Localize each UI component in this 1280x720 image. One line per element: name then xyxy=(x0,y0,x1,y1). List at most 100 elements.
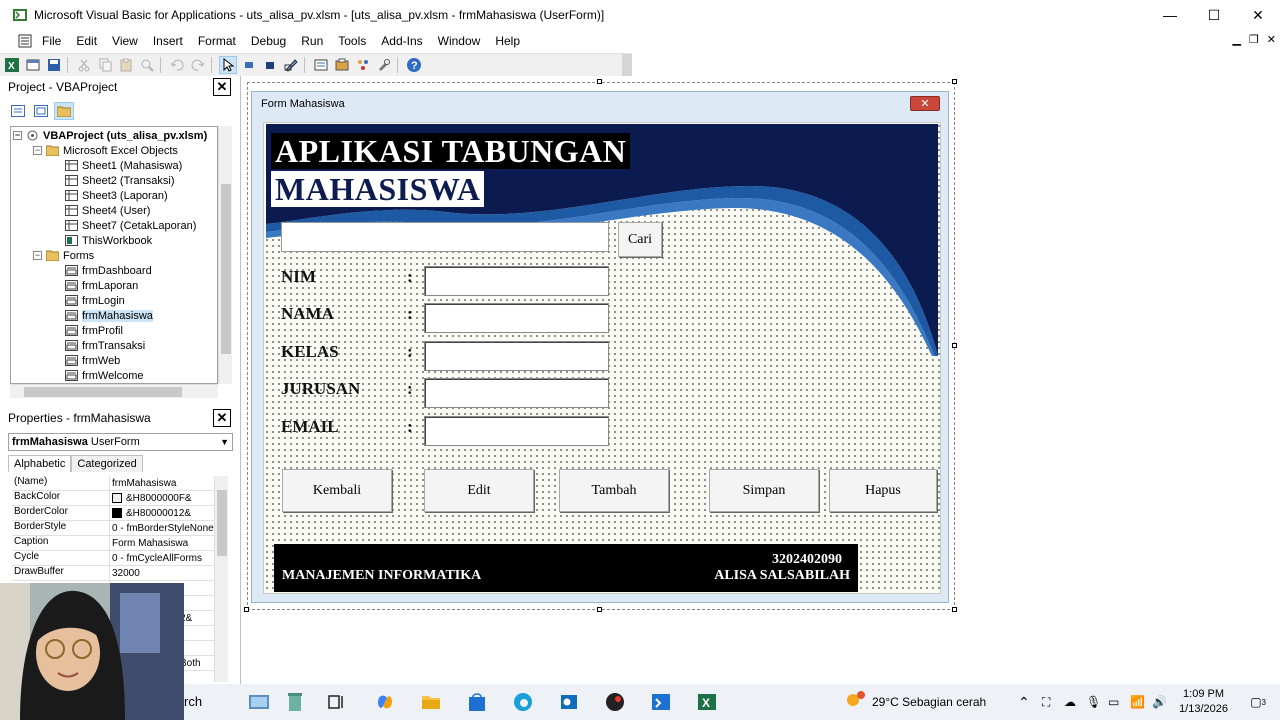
project-explorer-icon[interactable] xyxy=(312,56,330,74)
tree-frmwelcome[interactable]: frmWelcome xyxy=(65,368,144,383)
copilot-icon[interactable] xyxy=(374,691,396,713)
tree-frmtransaksi[interactable]: frmTransaksi xyxy=(65,338,145,353)
email-field[interactable] xyxy=(424,416,609,446)
mdi-restore-button[interactable]: ❐ xyxy=(1249,33,1259,46)
tree-frmmahasiswa[interactable]: frmMahasiswa xyxy=(65,308,153,323)
prop-row[interactable]: Cycle 0 - fmCycleAllForms xyxy=(12,551,214,566)
kelas-field[interactable] xyxy=(424,341,609,371)
vba-taskbar-icon[interactable] xyxy=(650,691,672,713)
wifi-icon[interactable]: 📶 xyxy=(1130,684,1145,720)
resize-handle[interactable] xyxy=(952,343,957,348)
resize-handle[interactable] xyxy=(952,607,957,612)
tray-mic-icon[interactable]: 🎙 xyxy=(1086,684,1101,720)
edge-icon[interactable] xyxy=(512,691,534,713)
resize-handle[interactable] xyxy=(952,79,957,84)
prop-row[interactable]: BorderColor &H80000012& xyxy=(12,506,214,521)
notification-icon[interactable]: ▢ 3 xyxy=(1250,684,1266,720)
toggle-folders-icon[interactable] xyxy=(54,102,74,120)
volume-icon[interactable]: 🔊 xyxy=(1152,684,1167,720)
tree-frmprofil[interactable]: frmProfil xyxy=(65,323,123,338)
tray-app-icon[interactable]: ⛶ xyxy=(1042,684,1050,720)
file-explorer-icon[interactable] xyxy=(420,691,442,713)
close-button[interactable]: ✕ xyxy=(1236,0,1280,30)
search-button[interactable]: Cari xyxy=(618,222,662,257)
tray-onedrive-icon[interactable]: ☁ xyxy=(1064,684,1076,720)
resize-handle[interactable] xyxy=(244,607,249,612)
tree-excel-objects[interactable]: − Microsoft Excel Objects xyxy=(33,143,178,158)
menu-view[interactable]: View xyxy=(112,34,138,48)
chevron-down-icon[interactable]: ▼ xyxy=(220,437,229,447)
tree-frmlogin[interactable]: frmLogin xyxy=(65,293,125,308)
scroll-thumb[interactable] xyxy=(217,490,227,556)
tree-thisworkbook[interactable]: ThisWorkbook xyxy=(65,233,152,248)
tray-overflow-icon[interactable]: ⌃ xyxy=(1018,684,1030,720)
prop-row[interactable]: DrawBuffer 32000 xyxy=(12,566,214,581)
menu-run[interactable]: Run xyxy=(301,34,323,48)
system-menu-icon[interactable] xyxy=(18,34,32,48)
simpan-button[interactable]: Simpan xyxy=(709,469,819,512)
weather-icon[interactable] xyxy=(844,690,866,712)
tree-sheet2[interactable]: Sheet2 (Transaksi) xyxy=(65,173,175,188)
tree-vbaproject[interactable]: − VBAProject (uts_alisa_pv.xlsm) xyxy=(13,128,207,143)
minimize-button[interactable]: — xyxy=(1148,0,1192,30)
prop-row[interactable]: (Name) frmMahasiswa xyxy=(12,476,214,491)
project-horizontal-scrollbar[interactable] xyxy=(10,384,218,398)
outlook-icon[interactable] xyxy=(558,691,580,713)
mdi-close-button[interactable]: ✕ xyxy=(1267,33,1276,46)
menu-help[interactable]: Help xyxy=(495,34,520,48)
weather-text[interactable]: 29°C Sebagian cerah xyxy=(872,684,986,720)
tree-sheet3[interactable]: Sheet3 (Laporan) xyxy=(65,188,168,203)
view-object-icon[interactable] xyxy=(31,102,51,120)
toolbox-icon[interactable] xyxy=(375,56,393,74)
menu-file[interactable]: File xyxy=(42,34,61,48)
excel-view-icon[interactable]: X xyxy=(3,56,21,74)
scroll-thumb[interactable] xyxy=(24,387,182,397)
tree-sheet7[interactable]: Sheet7 (CetakLaporan) xyxy=(65,218,196,233)
properties-object-combo[interactable]: frmMahasiswa UserForm ▼ xyxy=(8,433,233,451)
tree-frmweb[interactable]: frmWeb xyxy=(65,353,120,368)
app-icon[interactable] xyxy=(604,691,626,713)
tab-categorized[interactable]: Categorized xyxy=(71,455,143,472)
prop-row[interactable]: BorderStyle 0 - fmBorderStyleNone xyxy=(12,521,214,536)
cut-icon[interactable] xyxy=(75,56,93,74)
undo-icon[interactable] xyxy=(168,56,186,74)
project-vertical-scrollbar[interactable] xyxy=(218,126,232,384)
battery-icon[interactable]: ▭ xyxy=(1108,684,1119,720)
resize-handle[interactable] xyxy=(597,607,602,612)
properties-panel-close-button[interactable]: ✕ xyxy=(213,409,231,427)
copy-icon[interactable] xyxy=(96,56,114,74)
redo-icon[interactable] xyxy=(189,56,207,74)
edit-button[interactable]: Edit xyxy=(424,469,534,512)
project-panel-close-button[interactable]: ✕ xyxy=(213,78,231,96)
userform-close-button[interactable]: ✕ xyxy=(910,96,940,111)
nim-field[interactable] xyxy=(424,266,609,296)
task-view-icon[interactable] xyxy=(326,691,348,713)
tree-forms-folder[interactable]: − Forms xyxy=(33,248,94,263)
menu-edit[interactable]: Edit xyxy=(76,34,97,48)
menu-debug[interactable]: Debug xyxy=(251,34,286,48)
scroll-thumb[interactable] xyxy=(221,184,231,354)
tab-alphabetic[interactable]: Alphabetic xyxy=(8,455,72,472)
menu-window[interactable]: Window xyxy=(438,34,481,48)
menu-format[interactable]: Format xyxy=(198,34,236,48)
insert-userform-icon[interactable] xyxy=(24,56,42,74)
tree-sheet4[interactable]: Sheet4 (User) xyxy=(65,203,150,218)
help-icon[interactable]: ? xyxy=(405,56,423,74)
mdi-minimize-button[interactable]: ▁ xyxy=(1232,33,1240,46)
hapus-button[interactable]: Hapus xyxy=(829,469,937,512)
maximize-button[interactable]: ☐ xyxy=(1192,0,1236,30)
menu-tools[interactable]: Tools xyxy=(338,34,366,48)
menu-add-ins[interactable]: Add-Ins xyxy=(381,34,422,48)
recycle-bin-icon[interactable] xyxy=(284,691,306,713)
resize-handle[interactable] xyxy=(597,79,602,84)
run-icon[interactable] xyxy=(240,56,258,74)
store-icon[interactable] xyxy=(466,691,488,713)
design-mode-icon[interactable] xyxy=(282,56,300,74)
tree-frmlaporan[interactable]: frmLaporan xyxy=(65,278,138,293)
save-icon[interactable] xyxy=(45,56,63,74)
properties-vertical-scrollbar[interactable] xyxy=(214,476,228,682)
view-code-icon[interactable] xyxy=(8,102,28,120)
break-icon[interactable] xyxy=(261,56,279,74)
excel-taskbar-icon[interactable]: X xyxy=(696,691,718,713)
search-input[interactable] xyxy=(281,222,609,252)
